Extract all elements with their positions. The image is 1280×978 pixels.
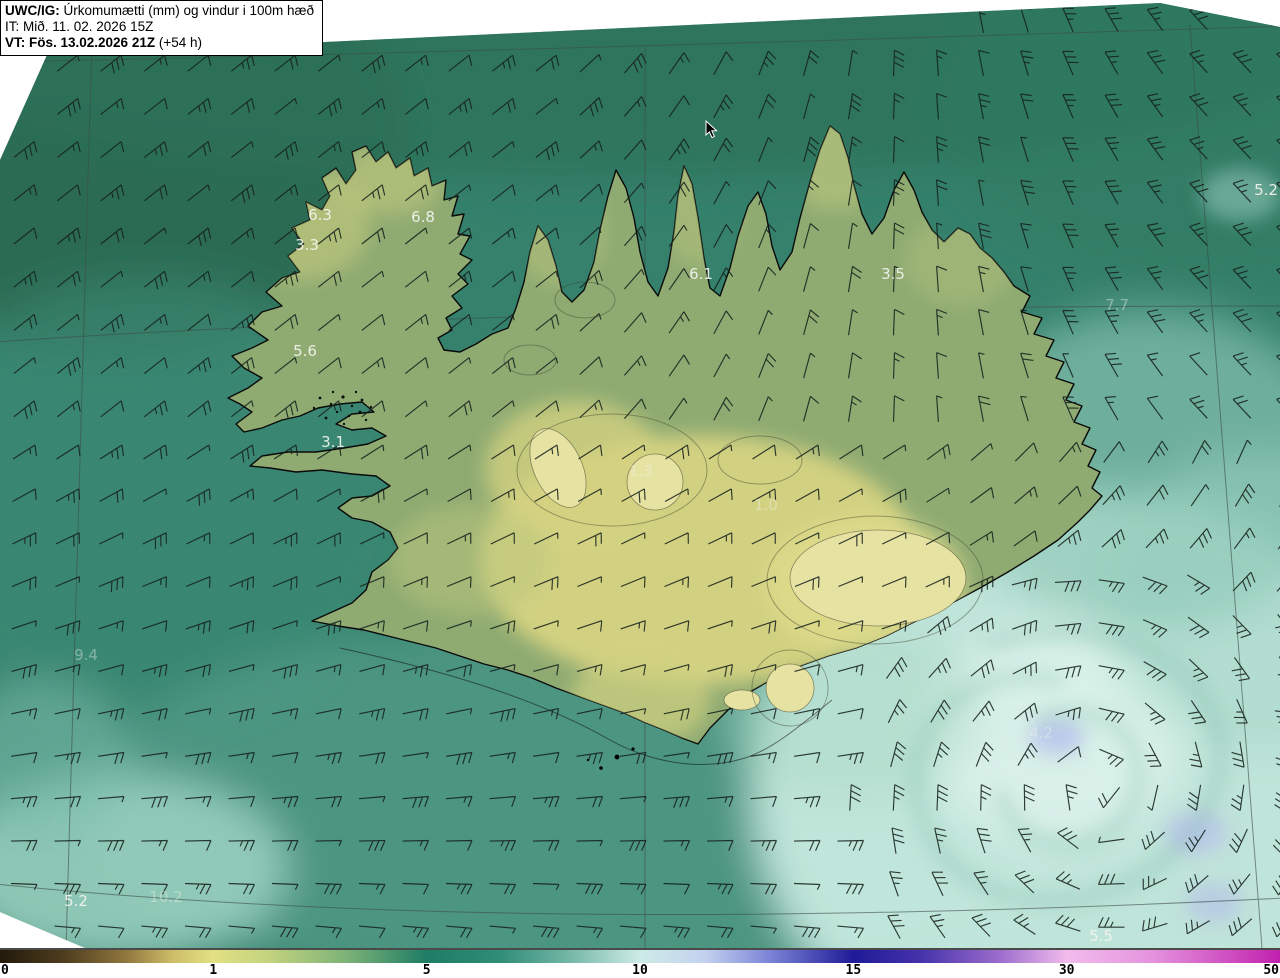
forecast-map-page: 6.3 6.8 3.3 5.6 3.1 6.1 3.5 5.2 7.7 1.3 1.0 9.4 5.2 1…: [0, 0, 1280, 978]
precip-value-label: 1.0: [754, 496, 778, 514]
precip-value-label: 3.5: [881, 265, 905, 283]
colorbar: 0 1 5 10 15 30 50: [0, 948, 1280, 978]
valid-offset: (+54 h): [155, 35, 202, 50]
precip-value-label: 5.6: [293, 342, 317, 360]
colorbar-tick: 1: [209, 963, 218, 978]
map-title-box: UWC/IG: Úrkomumætti (mm) og vindur i 100…: [0, 0, 324, 56]
precip-value-label: 5.2: [64, 892, 88, 910]
precip-value-label: 5.2: [1254, 181, 1278, 199]
precip-value-label: 10.2: [149, 888, 182, 906]
colorbar-tick: 0: [1, 963, 9, 978]
mouse-cursor-icon: [705, 120, 718, 139]
precip-value-label: 3.3: [295, 236, 319, 254]
precip-value-label: 3.1: [321, 433, 345, 451]
colorbar-tick-labels: 0 1 5 10 15 30 50: [0, 963, 1280, 978]
precip-value-label: 1.3: [629, 462, 653, 480]
valid-time: VT: Fös. 13.02.2026 21Z: [5, 35, 156, 50]
precip-value-label: 6.3: [308, 206, 332, 224]
valid-time-line: VT: Fös. 13.02.2026 21Z (+54 h): [5, 35, 314, 51]
colorbar-tick: 10: [632, 963, 648, 978]
colorbar-gradient: [0, 948, 1280, 963]
colorbar-tick: 5: [422, 963, 431, 978]
colorbar-tick: 50: [1263, 963, 1279, 978]
product-code: UWC/IG:: [5, 3, 60, 18]
init-time-line: IT: Mið. 11. 02. 2026 15Z: [5, 19, 154, 34]
precip-value-label: 4.2: [1029, 724, 1053, 742]
precip-value-label: 9.4: [74, 646, 98, 664]
colorbar-tick: 30: [1058, 963, 1075, 978]
colorbar-tick: 15: [845, 963, 862, 978]
precip-value-label: 7.7: [1105, 296, 1129, 314]
weather-map: 6.3 6.8 3.3 5.6 3.1 6.1 3.5 5.2 7.7 1.3 1.0 9.4 5.2 1…: [0, 3, 1280, 948]
precip-value-label: 5.5: [1089, 927, 1113, 945]
title-line: UWC/IG: Úrkomumætti (mm) og vindur i 100…: [5, 3, 314, 19]
precip-value-label: 6.1: [689, 265, 713, 283]
precip-value-label: 6.8: [411, 208, 435, 226]
product-title: Úrkomumætti (mm) og vindur i 100m hæð: [59, 3, 315, 18]
